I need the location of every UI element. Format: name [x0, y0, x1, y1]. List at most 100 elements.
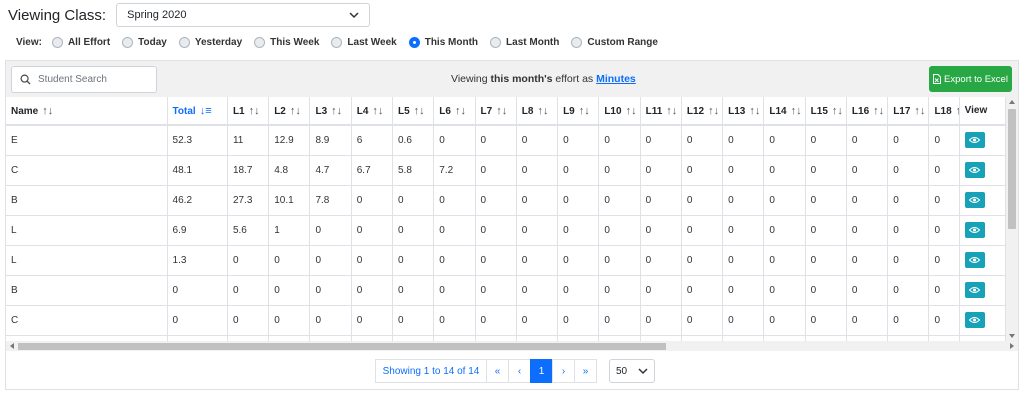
view-student-button[interactable]	[964, 132, 985, 149]
sort-icon[interactable]: ↑↓	[414, 105, 425, 117]
effort-cell: 0	[227, 245, 270, 276]
column-header-l15[interactable]: L15 ↑↓	[805, 97, 847, 126]
sort-icon[interactable]: ↑↓	[496, 105, 507, 117]
radio-button[interactable]	[331, 36, 343, 48]
effort-cell: 0	[846, 125, 889, 156]
sort-icon[interactable]: ↑↓	[914, 105, 925, 117]
column-header-l9[interactable]: L9 ↑↓	[557, 97, 600, 126]
view-option-custom-range[interactable]: Custom Range	[571, 36, 658, 48]
view-student-button[interactable]	[964, 252, 985, 268]
column-header-l4[interactable]: L4 ↑↓	[351, 97, 394, 126]
vertical-scrollbar[interactable]	[1006, 97, 1018, 341]
export-excel-button[interactable]: Export to Excel	[929, 66, 1012, 92]
column-header-l10[interactable]: L10 ↑↓	[598, 97, 641, 126]
column-header-l6[interactable]: L6 ↑↓	[433, 97, 476, 126]
sort-icon[interactable]: ↑↓	[537, 105, 548, 117]
view-option-this-month[interactable]: This Month	[408, 36, 479, 48]
effort-cell: 0	[167, 305, 228, 336]
effort-cell: 0	[805, 275, 847, 306]
column-header-l7[interactable]: L7 ↑↓	[475, 97, 517, 126]
radio-button[interactable]	[408, 36, 420, 48]
column-header-l8[interactable]: L8 ↑↓	[516, 97, 559, 126]
view-student-button[interactable]	[964, 312, 985, 328]
column-header-l5[interactable]: L5 ↑↓	[392, 97, 435, 126]
unit-link[interactable]: Minutes	[596, 73, 636, 85]
column-header-total[interactable]: Total ↓≡	[167, 97, 228, 126]
column-header-l14[interactable]: L14 ↑↓	[763, 97, 806, 126]
effort-cell: 0	[887, 305, 930, 336]
last-page-button[interactable]: »	[574, 359, 597, 383]
column-header-l1[interactable]: L1 ↑↓	[227, 97, 270, 126]
sort-icon[interactable]: ↑	[956, 105, 958, 117]
sort-icon[interactable]: ↓≡	[200, 105, 212, 117]
sort-icon[interactable]: ↑↓	[331, 105, 342, 117]
scroll-down-icon[interactable]	[1009, 333, 1015, 339]
sort-icon[interactable]: ↑↓	[791, 105, 802, 117]
column-header-l13[interactable]: L13 ↑↓	[722, 97, 765, 126]
column-header-l18[interactable]: L18 ↑	[928, 97, 960, 126]
sort-icon[interactable]: ↑↓	[290, 105, 301, 117]
sort-icon[interactable]: ↑↓	[749, 105, 760, 117]
vertical-scroll-thumb[interactable]	[1008, 109, 1016, 229]
view-option-last-week[interactable]: Last Week	[331, 36, 397, 48]
column-header-l2[interactable]: L2 ↑↓	[268, 97, 311, 126]
view-student-button[interactable]	[964, 222, 985, 238]
view-option-this-week[interactable]: This Week	[254, 36, 319, 48]
effort-cell: 0	[268, 305, 311, 336]
scroll-right-icon[interactable]	[1009, 343, 1015, 349]
view-option-label: This Month	[424, 36, 479, 48]
sort-icon[interactable]: ↑↓	[372, 105, 383, 117]
view-option-yesterday[interactable]: Yesterday	[178, 36, 242, 48]
effort-cell: 0	[351, 245, 394, 276]
horizontal-scroll-thumb[interactable]	[18, 343, 666, 350]
sort-icon[interactable]: ↑↓	[873, 105, 884, 117]
sort-icon[interactable]: ↑↓	[455, 105, 466, 117]
view-option-all-effort[interactable]: All Effort	[51, 36, 110, 48]
effort-cell: 0	[598, 155, 641, 186]
column-header-l11[interactable]: L11 ↑↓	[640, 97, 682, 126]
sort-icon[interactable]: ↑↓	[832, 105, 843, 117]
effort-cell: 0	[475, 245, 517, 276]
view-option-last-month[interactable]: Last Month	[490, 36, 559, 48]
scroll-left-icon[interactable]	[9, 343, 15, 349]
column-header-l12[interactable]: L12 ↑↓	[681, 97, 724, 126]
scroll-up-icon[interactable]	[1009, 99, 1015, 105]
column-header-l16[interactable]: L16 ↑↓	[846, 97, 889, 126]
sort-icon[interactable]: ↑↓	[249, 105, 260, 117]
radio-button[interactable]	[178, 36, 190, 48]
view-student-button[interactable]	[964, 162, 985, 178]
view-option-today[interactable]: Today	[122, 36, 167, 48]
sort-icon[interactable]: ↑↓	[666, 105, 677, 117]
page-1-button[interactable]: 1	[530, 359, 553, 383]
effort-cell: 0	[846, 305, 889, 336]
next-page-button[interactable]: ›	[552, 359, 575, 383]
radio-button[interactable]	[490, 36, 502, 48]
view-cell	[959, 185, 1006, 216]
effort-cell: 0	[516, 245, 559, 276]
sort-icon[interactable]: ↑↓	[579, 105, 590, 117]
class-select[interactable]: Spring 2020	[116, 3, 371, 27]
sort-icon[interactable]: ↑↓	[42, 105, 53, 117]
horizontal-scrollbar[interactable]	[6, 341, 1018, 351]
student-search-input[interactable]	[38, 74, 148, 85]
column-header-label: L1	[232, 105, 245, 117]
sort-icon[interactable]: ↑↓	[626, 105, 637, 117]
sort-icon[interactable]: ↑↓	[708, 105, 719, 117]
effort-cell: 0	[475, 155, 517, 186]
view-student-button[interactable]	[964, 282, 985, 298]
view-student-button[interactable]	[964, 192, 985, 208]
column-header-l3[interactable]: L3 ↑↓	[309, 97, 352, 126]
radio-button[interactable]	[254, 36, 266, 48]
per-page-select[interactable]: 50	[609, 359, 655, 383]
radio-button[interactable]	[51, 36, 63, 48]
radio-button[interactable]	[571, 36, 583, 48]
radio-button[interactable]	[122, 36, 134, 48]
student-search[interactable]	[11, 66, 157, 93]
first-page-button[interactable]: «	[486, 359, 509, 383]
view-cell	[959, 275, 1006, 306]
column-header-l17[interactable]: L17 ↑↓	[887, 97, 930, 126]
column-header-view[interactable]: View	[959, 97, 1006, 126]
effort-cell: 0	[227, 275, 270, 306]
column-header-name[interactable]: Name ↑↓	[6, 97, 168, 126]
prev-page-button[interactable]: ‹	[508, 359, 531, 383]
